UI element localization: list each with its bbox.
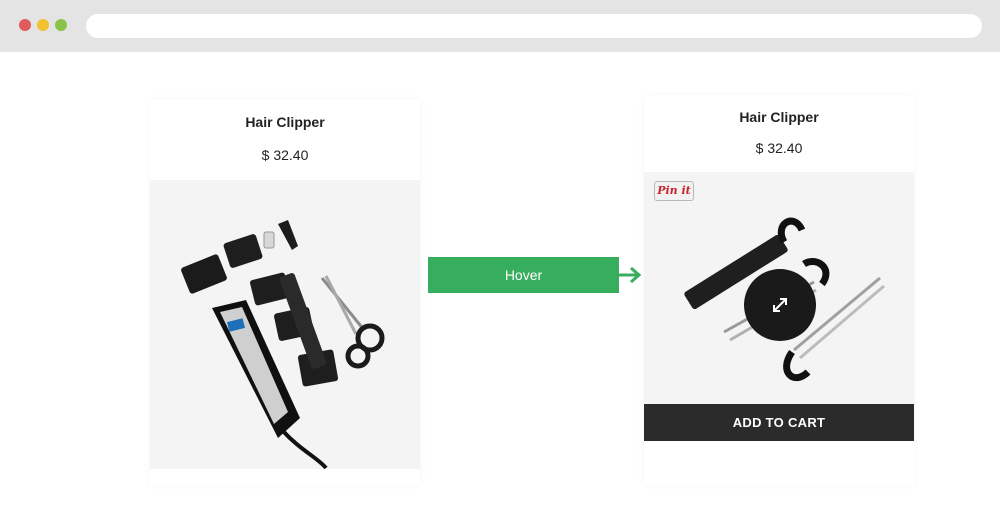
product-image[interactable]: Pin it — [644, 172, 914, 404]
quick-view-button[interactable] — [744, 269, 816, 341]
product-price: $ 32.40 — [755, 140, 803, 156]
product-title[interactable]: Hair Clipper — [150, 114, 420, 130]
close-window-dot[interactable] — [19, 19, 31, 31]
hover-label: Hover — [428, 257, 619, 293]
add-to-cart-button[interactable]: ADD TO CART — [644, 404, 914, 441]
product-title[interactable]: Hair Clipper — [644, 109, 914, 125]
maximize-window-dot[interactable] — [55, 19, 67, 31]
hair-clipper-kit-icon — [181, 220, 385, 469]
address-bar[interactable] — [86, 14, 982, 38]
product-card-hover[interactable]: Hair Clipper $ 32.40 Pin it ADD TO CART — [644, 95, 914, 485]
minimize-window-dot[interactable] — [37, 19, 49, 31]
product-image[interactable] — [150, 180, 420, 469]
expand-arrows-icon — [773, 298, 787, 312]
arrow-right-icon — [618, 266, 642, 284]
pin-it-button[interactable]: Pin it — [654, 181, 694, 201]
product-price: $ 32.40 — [261, 147, 309, 163]
browser-toolbar — [0, 0, 1000, 52]
product-card-default[interactable]: Hair Clipper $ 32.40 — [150, 100, 420, 485]
